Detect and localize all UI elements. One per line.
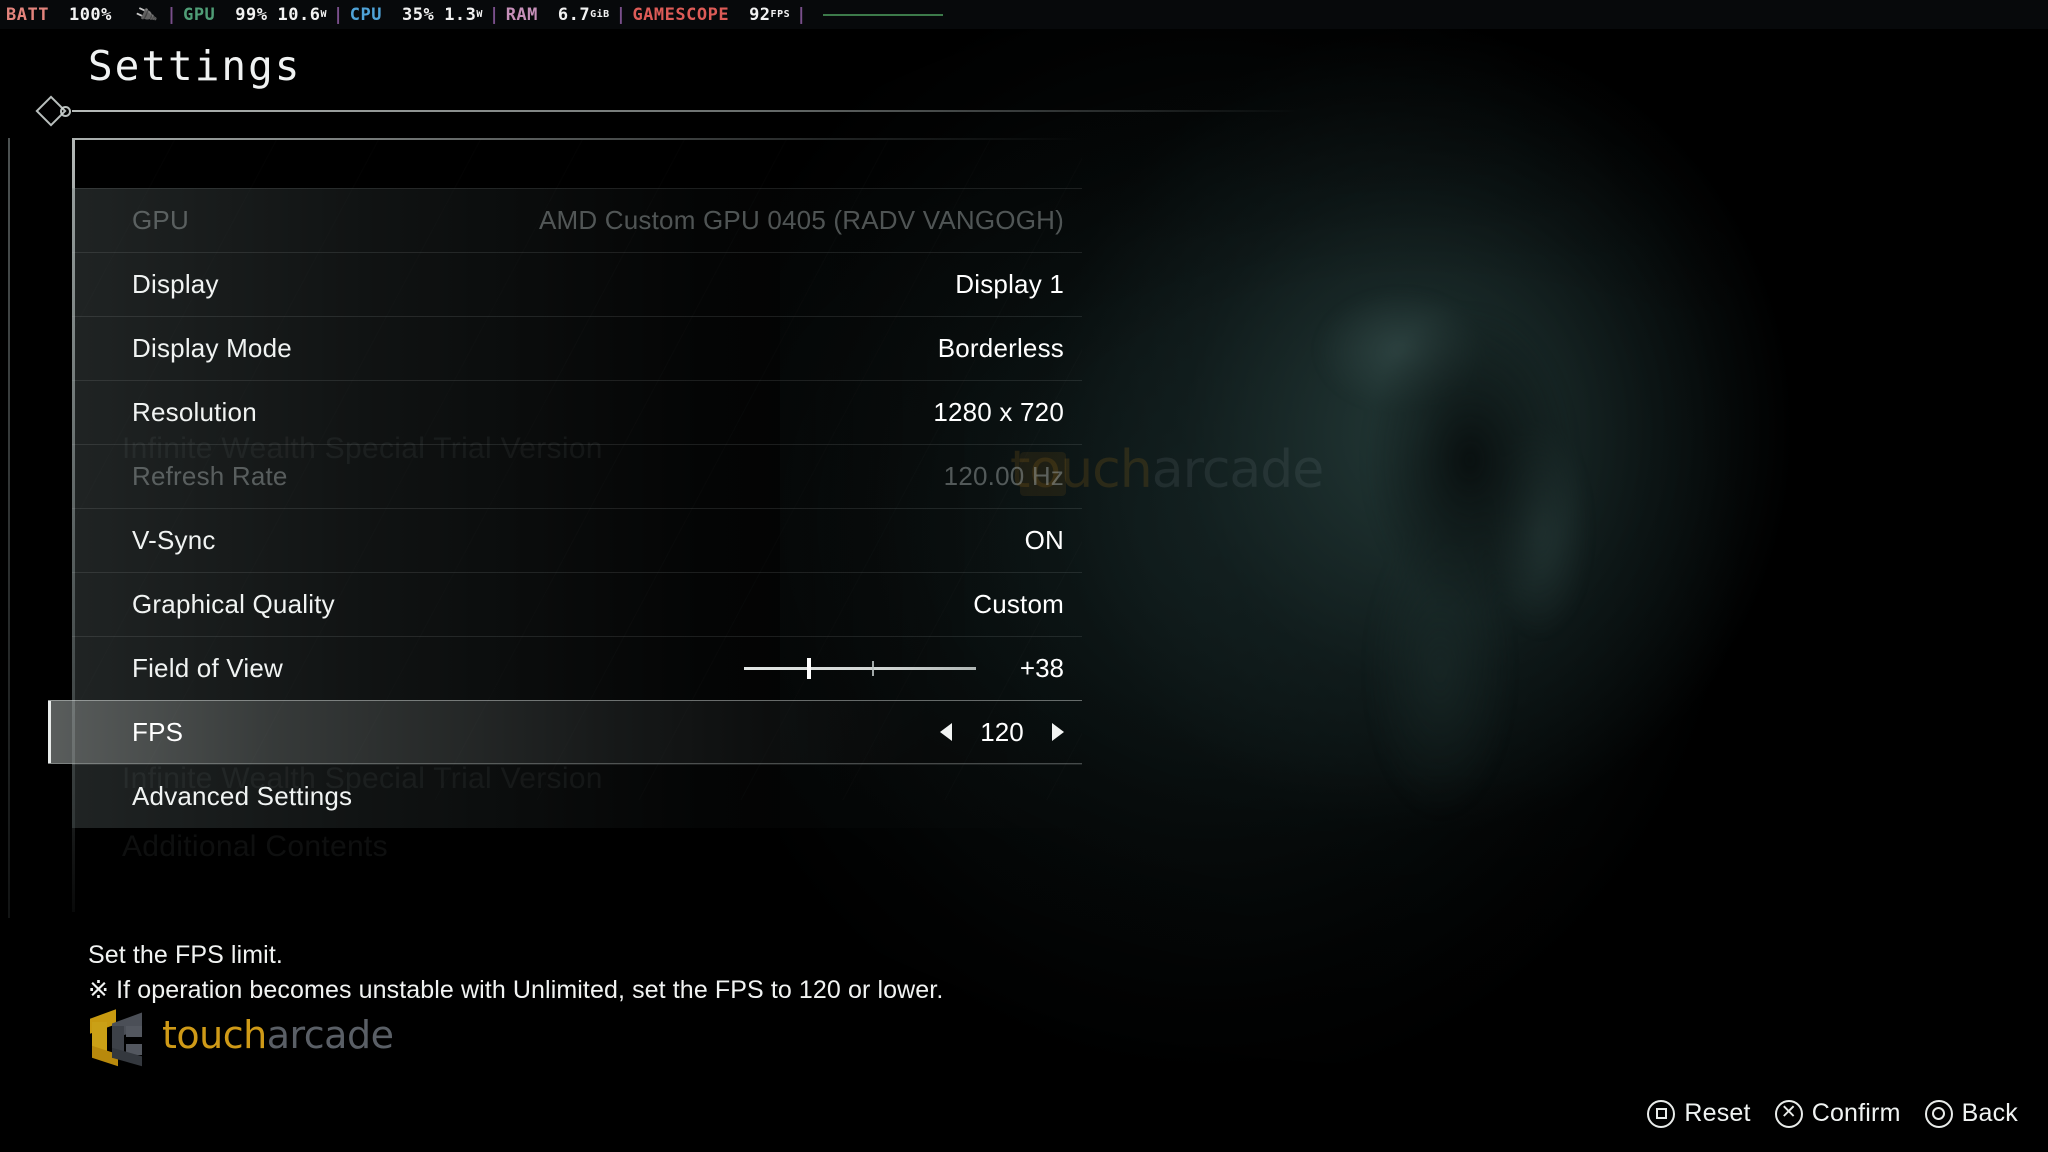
settings-row-v-sync[interactable]: V-Sync ON <box>72 508 1082 572</box>
settings-row-advanced-settings[interactable]: Advanced Settings <box>72 764 1082 828</box>
settings-row-label: GPU <box>132 205 189 235</box>
fps-graph <box>822 13 943 16</box>
settings-list: GPU AMD Custom GPU 0405 (RADV VANGOGH) Dis… <box>48 188 1082 828</box>
settings-row-value: ON <box>1024 525 1064 555</box>
settings-row-display[interactable]: Display Display 1 <box>72 252 1082 316</box>
power-plug-icon: 🔌 <box>133 2 159 27</box>
button-hint-label: Reset <box>1684 1099 1751 1127</box>
button-hint-reset[interactable]: Reset <box>1647 1099 1750 1128</box>
square-button-icon <box>1647 1099 1676 1128</box>
cpu-power-unit: W <box>476 9 483 20</box>
settings-row-resolution[interactable]: Resolution 1280 x 720 <box>72 380 1082 444</box>
gpu-power-value: 10.6 <box>277 4 321 25</box>
page-title: Settings <box>88 42 302 90</box>
settings-row-display-mode[interactable]: Display Mode Borderless <box>72 316 1082 380</box>
button-hint-label: Back <box>1961 1099 2018 1127</box>
settings-row-label: V-Sync <box>132 525 216 555</box>
chevron-right-icon[interactable] <box>1052 723 1064 741</box>
settings-row-label: Resolution <box>132 397 257 427</box>
settings-row-label: Field of View <box>132 653 283 683</box>
settings-row-value: Display 1 <box>955 269 1064 299</box>
gamescope-performance-overlay: BATT 100% 🔌 | GPU 99% 10.6 W | CPU 35% 1.… <box>0 0 2048 29</box>
slider-track <box>744 667 976 670</box>
description-panel: Set the FPS limit. ※ If operation become… <box>88 938 943 1007</box>
cpu-usage-value: 35% <box>401 4 435 25</box>
slider-handle[interactable] <box>806 658 811 679</box>
toucharcade-logo: toucharcade <box>90 1008 394 1067</box>
settings-row-graphical-quality[interactable]: Graphical Quality Custom <box>72 572 1082 636</box>
chevron-left-icon[interactable] <box>940 723 952 741</box>
field-of-view-slider[interactable] <box>744 658 976 679</box>
settings-row-label: Graphical Quality <box>132 589 335 619</box>
fps-value: 92 <box>749 4 771 25</box>
settings-row-value: 1280 x 720 <box>933 397 1064 427</box>
toucharcade-arcade-text: arcade <box>266 1013 394 1057</box>
cross-button-icon: ✕ <box>1774 1099 1803 1128</box>
gpu-label: GPU <box>183 4 216 25</box>
gamescope-label: GAMESCOPE <box>632 4 730 25</box>
panel-outer-spine <box>8 138 10 918</box>
fps-unit: FPS <box>770 9 791 20</box>
ram-unit: GiB <box>590 9 610 20</box>
circle-button-icon <box>1924 1099 1953 1128</box>
settings-row-slider-group[interactable]: +38 <box>744 653 1064 684</box>
settings-row-fps[interactable]: FPS 120 <box>48 700 1082 764</box>
gpu-power-unit: W <box>320 9 327 20</box>
settings-row-label: Refresh Rate <box>132 461 288 491</box>
battery-label: BATT <box>6 4 49 25</box>
gpu-usage-value: 99% <box>235 4 268 25</box>
settings-row-value: +38 <box>1019 653 1064 683</box>
cpu-power-value: 1.3 <box>444 4 477 25</box>
settings-row-value: AMD Custom GPU 0405 (RADV VANGOGH) <box>539 205 1064 235</box>
game-settings-screen: toucharcade BATT 100% 🔌 | GPU 99% 10.6W … <box>0 0 2048 1152</box>
diamond-ornament-dot-icon <box>60 106 71 117</box>
settings-row-label: FPS <box>132 716 184 747</box>
toucharcade-touch-text: touch <box>162 1013 267 1057</box>
panel-top-edge <box>72 138 1082 140</box>
slider-tick <box>871 661 874 676</box>
settings-row-field-of-view[interactable]: Field of View +38 <box>72 636 1082 700</box>
settings-row-value: 120.00 Hz <box>943 461 1064 491</box>
toucharcade-wordmark: toucharcade <box>162 1013 394 1057</box>
button-hint-confirm[interactable]: ✕ Confirm <box>1774 1099 1901 1128</box>
settings-row-label: Advanced Settings <box>132 781 353 811</box>
settings-row-refresh-rate: Refresh Rate 120.00 Hz <box>72 444 1082 508</box>
description-line-1: Set the FPS limit. <box>88 941 283 969</box>
settings-row-stepper[interactable]: 120 <box>940 717 1064 748</box>
settings-row-value: Custom <box>973 589 1064 619</box>
ram-value: 6.7 <box>557 4 591 25</box>
description-line-2: ※ If operation becomes unstable with Unl… <box>88 975 944 1004</box>
settings-row-gpu: GPU AMD Custom GPU 0405 (RADV VANGOGH) <box>72 188 1082 252</box>
settings-row-value: 120 <box>980 716 1024 747</box>
button-hint-label: Confirm <box>1811 1099 1901 1127</box>
button-hint-back[interactable]: Back <box>1924 1099 2018 1128</box>
settings-row-label: Display <box>132 269 219 299</box>
settings-row-value: Borderless <box>937 333 1064 363</box>
battery-value: 100% <box>68 4 112 25</box>
button-hints-bar: Reset ✕ Confirm Back <box>1647 1099 2018 1128</box>
header-divider <box>72 110 1300 112</box>
ghost-text-line-2: Additional Contents <box>122 830 388 863</box>
toucharcade-mark-icon <box>90 1008 148 1067</box>
ram-label: RAM <box>505 4 538 25</box>
cpu-label: CPU <box>349 4 382 25</box>
settings-row-label: Display Mode <box>132 333 292 363</box>
